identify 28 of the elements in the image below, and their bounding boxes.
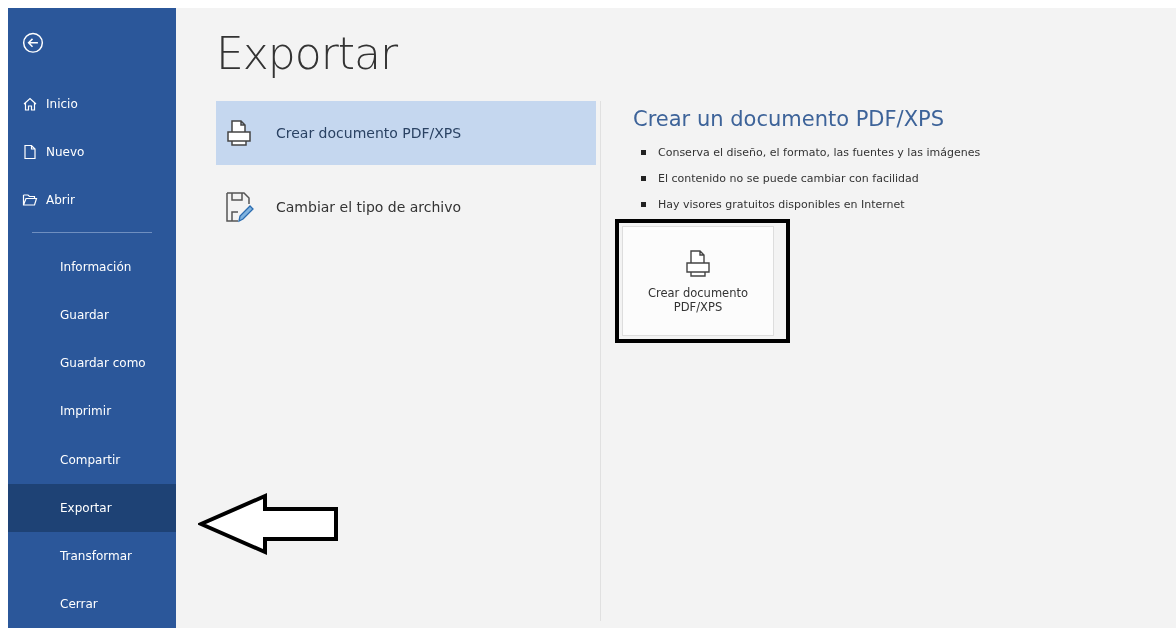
create-pdf-button[interactable]: Crear documento PDF/XPS	[622, 226, 774, 336]
export-option[interactable]: Crear documento PDF/XPS	[216, 101, 596, 165]
sidebar-item[interactable]: Información	[8, 242, 176, 292]
export-option[interactable]: Cambiar el tipo de archivo	[216, 175, 596, 239]
sidebar-item[interactable]: Transformar	[8, 531, 176, 580]
sidebar-item[interactable]: Guardar como	[8, 339, 176, 388]
home-icon	[22, 95, 38, 112]
save-edit-icon	[224, 190, 254, 224]
bullet-text: Hay visores gratuitos disponibles en Internet	[658, 197, 905, 211]
page-title: Exportar	[216, 28, 399, 79]
sidebar-item[interactable]: Imprimir	[8, 387, 176, 436]
bullet-icon	[641, 149, 646, 155]
sidebar-item[interactable]: Abrir	[8, 175, 176, 224]
sidebar-item[interactable]: Inicio	[8, 79, 176, 128]
document-icon	[22, 143, 38, 160]
bullet-icon	[641, 175, 646, 181]
sidebar-item[interactable]: Cerrar	[8, 579, 176, 628]
sidebar-item[interactable]: Exportar	[8, 483, 176, 532]
section-title: Crear un documento PDF/XPS	[633, 107, 946, 131]
bullet-text: Conserva el diseño, el formato, las fuentes y las imágenes	[658, 145, 981, 159]
bullet-icon	[641, 201, 646, 207]
folder-icon	[22, 191, 38, 208]
sidebar-item[interactable]: Compartir	[8, 435, 176, 484]
printer-icon	[683, 248, 713, 280]
sidebar-item[interactable]: Guardar	[8, 291, 176, 340]
sidebar-item[interactable]: Nuevo	[8, 127, 176, 176]
printer-icon	[224, 118, 254, 148]
bullet-text: El contenido no se puede cambiar con facilidad	[658, 171, 919, 185]
